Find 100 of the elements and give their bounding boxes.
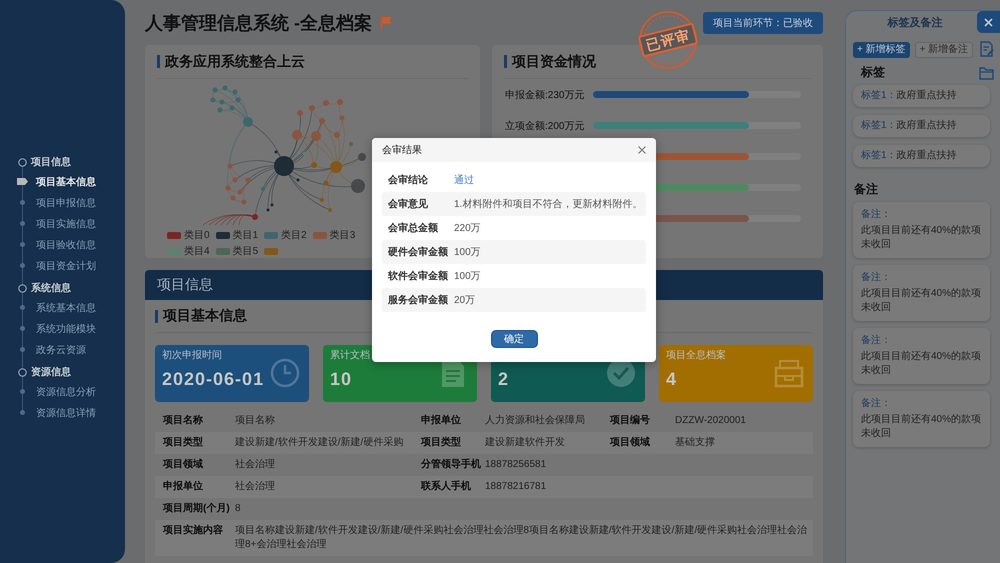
detail-label: 会审结论 [388,173,429,187]
graph-node [351,179,365,193]
graph-node [334,132,340,138]
note-text: 此项目目前还有40%的款项未收回 [861,224,982,252]
nav-item[interactable]: 项目申报信息 [36,196,96,210]
graph-node [274,150,278,154]
title-accent-bar [157,55,160,68]
graph-node [330,161,342,173]
stat-value: 4 [666,368,678,390]
graph-node [296,178,300,182]
tag-item: 标签1：政府重点扶持 [853,115,990,137]
note-label: 备注： [861,334,892,348]
nav-item[interactable]: 资源信息分析 [36,384,96,398]
graph-node [218,108,222,112]
field-label: 项目领域 [610,436,651,450]
field-value: 建设新建/软件开发建设/新建/硬件采购 [235,436,404,450]
field-value: 项目名称 [235,414,276,428]
field-label: 项目编号 [610,414,651,428]
field-value: 人力资源和社会保障局 [485,414,586,428]
page-title: 人事管理信息系统 -全息档案 [145,12,372,34]
nav-item[interactable]: 系统功能模块 [36,322,96,336]
ring-icon [18,368,26,376]
field-label: 项目类型 [163,436,204,450]
graph-node [303,152,307,156]
graph-node [232,178,238,182]
legend-label: 类目4 [184,244,210,258]
note-label: 备注： [861,397,892,411]
field-value: 社会治理 [235,480,276,494]
graph-node [230,196,236,200]
graph-node [349,142,353,146]
field-value: 18878216781 [485,480,548,494]
field-label: 联系人手机 [421,480,472,494]
graph-node [236,98,240,102]
field-label: 项目名称 [163,414,204,428]
nav-group-label[interactable]: 项目信息 [31,155,71,169]
graph-node [292,130,302,140]
card-title: 政务应用系统整合上云 [165,52,305,70]
graph-node [246,178,250,182]
add-tag-button[interactable]: + 新增标签 [853,42,910,58]
graph-node [311,131,321,141]
graph-node [210,98,216,102]
field-value: 建设新建软件开发 [485,436,566,450]
graph-node [212,88,218,92]
confirm-button[interactable]: 确定 [490,330,538,348]
title-accent-bar [504,55,507,68]
add-note-button[interactable]: + 新增备注 [914,42,974,58]
field-value: 社会治理 [235,458,276,472]
graph-node [297,110,303,116]
graph-node [232,90,238,94]
graph-node [238,190,242,194]
graph-node [328,208,332,212]
detail-value: 220万 [454,222,481,235]
tags-heading: 标签 [861,64,886,80]
graph-node [228,164,232,168]
field-value: DZZW-2020001 [675,414,747,428]
stat-value: 2020-06-01 [162,368,264,390]
graph-node [311,162,317,168]
note-text: 此项目目前还有40%的款项未收回 [861,413,982,441]
field-value: 基础支撑 [675,436,716,450]
graph-node [230,106,234,110]
close-button[interactable] [977,11,1000,33]
field-label: 分管领导手机 [421,458,482,472]
detail-label: 会审意见 [388,197,429,211]
modal-title: 会审结果 [382,144,422,157]
stat-label: 初次申报时间 [162,350,222,362]
graph-node [270,204,274,206]
field-label: 项目类型 [421,436,462,450]
close-icon[interactable] [638,146,646,154]
stat-label: 累计文档 [330,350,370,362]
field-value: 项目名称建设新建/软件开发建设/新建/硬件采购社会治理社会治理8项目名称建设新建/软件开发建设/新建/硬件采购社会治理社会治理8+会治理社会治理 [235,524,808,552]
nav-group-label[interactable]: 系统信息 [31,281,71,295]
graph-node [340,116,344,120]
graph-node [243,117,253,127]
close-icon [984,18,993,26]
ring-icon [18,158,26,166]
legend-label: 类目0 [184,228,210,242]
graph-node [222,86,228,90]
nav-item[interactable]: 资源信息详情 [36,406,96,420]
detail-value: 1.材料附件和项目不符合，更新材料附件。 [454,198,642,211]
result-link[interactable]: 通过 [454,173,474,187]
nav-item[interactable]: 项目验收信息 [36,238,96,252]
nav-item[interactable]: 项目资金计划 [36,258,96,272]
graph-node [323,100,329,106]
nav-item[interactable]: 政务云资源 [36,342,86,356]
nav-item[interactable]: 项目基本信息 [36,174,96,188]
nav-group-label[interactable]: 资源信息 [31,365,71,379]
section-title: 项目基本信息 [163,307,247,325]
detail-value: 100万 [454,270,481,283]
graph-node [274,156,294,176]
status-button[interactable]: 项目当前环节：已验收 [703,12,823,34]
nav-item[interactable]: 系统基本信息 [36,300,96,314]
ring-icon [18,284,26,292]
note-label: 备注： [861,208,892,222]
graph-node [320,198,324,202]
stat-value: 2 [498,368,510,390]
panel-title: 标签及备注 [886,16,944,31]
stat-label: 项目全息档案 [666,350,726,362]
nav-item[interactable]: 项目实施信息 [36,216,96,230]
note-label: 备注： [861,271,892,285]
clock-icon [270,358,300,388]
